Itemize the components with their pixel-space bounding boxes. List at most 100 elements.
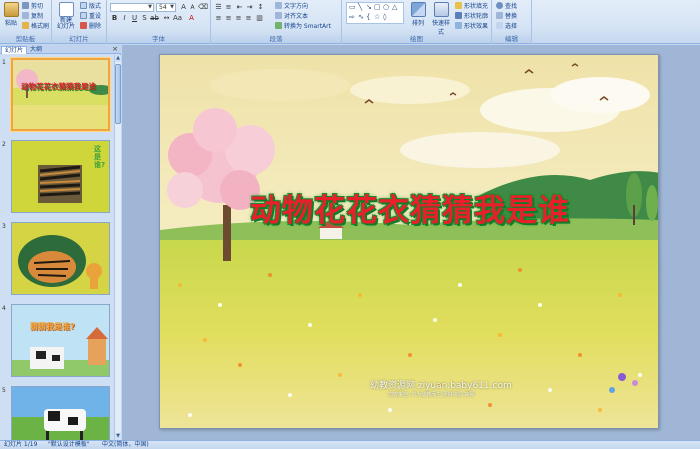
italic-icon[interactable]: I bbox=[120, 14, 129, 23]
triangle-icon[interactable]: △ bbox=[392, 3, 397, 11]
paste-icon bbox=[3, 2, 19, 17]
brush-icon bbox=[22, 22, 29, 29]
bold-icon[interactable]: B bbox=[110, 14, 119, 23]
select-button[interactable]: 选择 bbox=[496, 22, 517, 31]
tab-slides[interactable]: 幻灯片 bbox=[1, 46, 28, 54]
clear-format-icon[interactable]: ⌫ bbox=[198, 3, 208, 12]
scroll-down-icon[interactable]: ▼ bbox=[115, 433, 121, 440]
drawing-group-label: 绘图 bbox=[342, 35, 491, 43]
current-slide[interactable]: 动物花花衣猜猜我是谁 幼教资源网 ziyuan.baby611.com 内容来自… bbox=[159, 54, 659, 429]
line-icon[interactable]: ╲ bbox=[358, 3, 362, 11]
find-button[interactable]: 查找 bbox=[496, 2, 517, 11]
shadow-icon[interactable]: S bbox=[140, 14, 149, 23]
scissors-icon bbox=[22, 2, 29, 9]
scroll-thumb[interactable] bbox=[115, 64, 121, 124]
underline-icon[interactable]: U bbox=[130, 14, 139, 23]
arrange-icon bbox=[410, 2, 426, 17]
language-indicator[interactable]: 中文(简体，中国) bbox=[102, 441, 149, 449]
shapes-gallery[interactable]: ▭ ╲ ↘ ▢ ○ △ ⇨ ∿ { ☆ ◊ bbox=[346, 2, 404, 24]
convert-smartart-button[interactable]: 转换为 SmartArt bbox=[275, 22, 331, 31]
arrow-icon[interactable]: ↘ bbox=[366, 3, 372, 11]
close-icon[interactable]: × bbox=[112, 45, 118, 54]
reset-button[interactable]: 重设 bbox=[80, 12, 101, 21]
text-direction-icon bbox=[275, 2, 282, 9]
drawing-group: ▭ ╲ ↘ ▢ ○ △ ⇨ ∿ { ☆ ◊ 排列 快速样式 形状填充 形状轮廓 … bbox=[342, 0, 492, 44]
callout-icon[interactable]: ◊ bbox=[383, 13, 386, 21]
strikethrough-icon[interactable]: ab bbox=[150, 14, 159, 23]
block-arrow-icon[interactable]: ⇨ bbox=[349, 13, 355, 21]
thumbnail-1-title: 动物花花衣猜猜我是谁 bbox=[21, 82, 96, 91]
arrange-button[interactable]: 排列 bbox=[408, 2, 428, 27]
font-group: ▼ 54 ▼ A A ⌫ B I U S ab ↔ Aa A 字体 bbox=[107, 0, 211, 44]
layout-button[interactable]: 版式 bbox=[80, 2, 101, 11]
align-left-icon[interactable]: ≡ bbox=[214, 14, 223, 23]
paragraph-group-label: 段落 bbox=[211, 35, 341, 43]
search-icon bbox=[496, 2, 503, 9]
shape-outline-button[interactable]: 形状轮廓 bbox=[455, 12, 488, 21]
thumbnail-scrollbar[interactable]: ▲ ▼ bbox=[114, 55, 121, 440]
decrease-indent-icon[interactable]: ⇤ bbox=[235, 3, 244, 12]
clipboard-group-label: 剪贴板 bbox=[0, 35, 51, 43]
rectangle-icon[interactable]: ▭ bbox=[349, 3, 356, 11]
ribbon: 粘贴 剪切 复制 格式刷 剪贴板 新建 幻灯片 版式 重设 删除 幻灯片 ▼ 5… bbox=[0, 0, 700, 44]
slide-title[interactable]: 动物花花衣猜猜我是谁 bbox=[160, 185, 658, 230]
increase-indent-icon[interactable]: ⇥ bbox=[245, 3, 254, 12]
grow-font-icon[interactable]: A bbox=[179, 3, 188, 12]
brace-icon[interactable]: { bbox=[366, 13, 370, 21]
theme-name: "默认设计模板" bbox=[48, 441, 90, 448]
editing-group-label: 编辑 bbox=[492, 35, 531, 43]
slides-group-label: 幻灯片 bbox=[52, 35, 106, 43]
pen-icon bbox=[455, 12, 462, 19]
slides-pane: 幻灯片 大纲 × 1 动物花花衣猜猜我是谁 2 这是谁? 3 4 猜猜我是谁? … bbox=[0, 45, 121, 440]
star-icon[interactable]: ☆ bbox=[374, 13, 380, 21]
new-slide-button[interactable]: 新建 幻灯片 bbox=[55, 2, 77, 30]
numbering-icon[interactable]: ≡ bbox=[224, 3, 233, 12]
change-case-icon[interactable]: Aa bbox=[173, 14, 182, 23]
effects-icon bbox=[455, 22, 462, 29]
align-text-icon bbox=[275, 12, 282, 19]
slide-thumbnail-3[interactable] bbox=[11, 222, 110, 295]
paint-bucket-icon bbox=[455, 2, 462, 9]
slide-count: 幻灯片 1/19 bbox=[4, 441, 38, 448]
font-color-icon[interactable]: A bbox=[187, 14, 196, 23]
shape-effects-button[interactable]: 形状效果 bbox=[455, 22, 488, 31]
slide-background bbox=[160, 55, 658, 428]
text-direction-button[interactable]: 文字方向 bbox=[275, 2, 308, 11]
shrink-font-icon[interactable]: A bbox=[188, 3, 197, 12]
slide-thumbnail-2[interactable]: 这是谁? bbox=[11, 140, 110, 213]
thumbnail-4-image bbox=[12, 305, 109, 376]
cut-button[interactable]: 剪切 bbox=[22, 2, 43, 11]
paste-button[interactable]: 粘贴 bbox=[2, 2, 20, 27]
thumbnail-1-image bbox=[13, 60, 108, 129]
curve-icon[interactable]: ∿ bbox=[358, 13, 364, 21]
thumbnail-5-image bbox=[12, 387, 109, 440]
justify-icon[interactable]: ≡ bbox=[244, 14, 253, 23]
rounded-rect-icon[interactable]: ▢ bbox=[374, 3, 381, 11]
char-spacing-icon[interactable]: ↔ bbox=[162, 14, 171, 23]
replace-button[interactable]: 替换 bbox=[496, 12, 517, 21]
pane-tabs: 幻灯片 大纲 × bbox=[0, 45, 121, 54]
cursor-icon bbox=[496, 22, 503, 29]
delete-slide-button[interactable]: 删除 bbox=[80, 22, 101, 31]
align-right-icon[interactable]: ≡ bbox=[234, 14, 243, 23]
format-painter-button[interactable]: 格式刷 bbox=[22, 22, 49, 31]
oval-icon[interactable]: ○ bbox=[383, 3, 389, 11]
tab-outline[interactable]: 大纲 bbox=[27, 46, 45, 54]
bullets-icon[interactable]: ☰ bbox=[214, 3, 223, 12]
align-center-icon[interactable]: ≡ bbox=[224, 14, 233, 23]
scroll-up-icon[interactable]: ▲ bbox=[115, 55, 121, 62]
slide-edit-area: 动物花花衣猜猜我是谁 幼教资源网 ziyuan.baby611.com 内容来自… bbox=[122, 45, 700, 440]
font-size-combo[interactable]: 54 ▼ bbox=[156, 3, 176, 12]
copy-button[interactable]: 复制 bbox=[22, 12, 43, 21]
copy-icon bbox=[22, 12, 29, 19]
align-text-button[interactable]: 对齐文本 bbox=[275, 12, 308, 21]
shape-fill-button[interactable]: 形状填充 bbox=[455, 2, 488, 11]
columns-icon[interactable]: ▥ bbox=[255, 14, 264, 23]
slide-thumbnail-4[interactable]: 猜猜我是谁? bbox=[11, 304, 110, 377]
line-spacing-icon[interactable]: ↕ bbox=[256, 3, 265, 12]
slide-thumbnail-1[interactable]: 动物花花衣猜猜我是谁 bbox=[11, 58, 110, 131]
slide-thumbnail-5[interactable] bbox=[11, 386, 110, 440]
font-name-combo[interactable]: ▼ bbox=[110, 3, 154, 12]
quick-styles-button[interactable]: 快速样式 bbox=[430, 2, 452, 36]
editing-group: 查找 替换 选择 编辑 bbox=[492, 0, 532, 44]
